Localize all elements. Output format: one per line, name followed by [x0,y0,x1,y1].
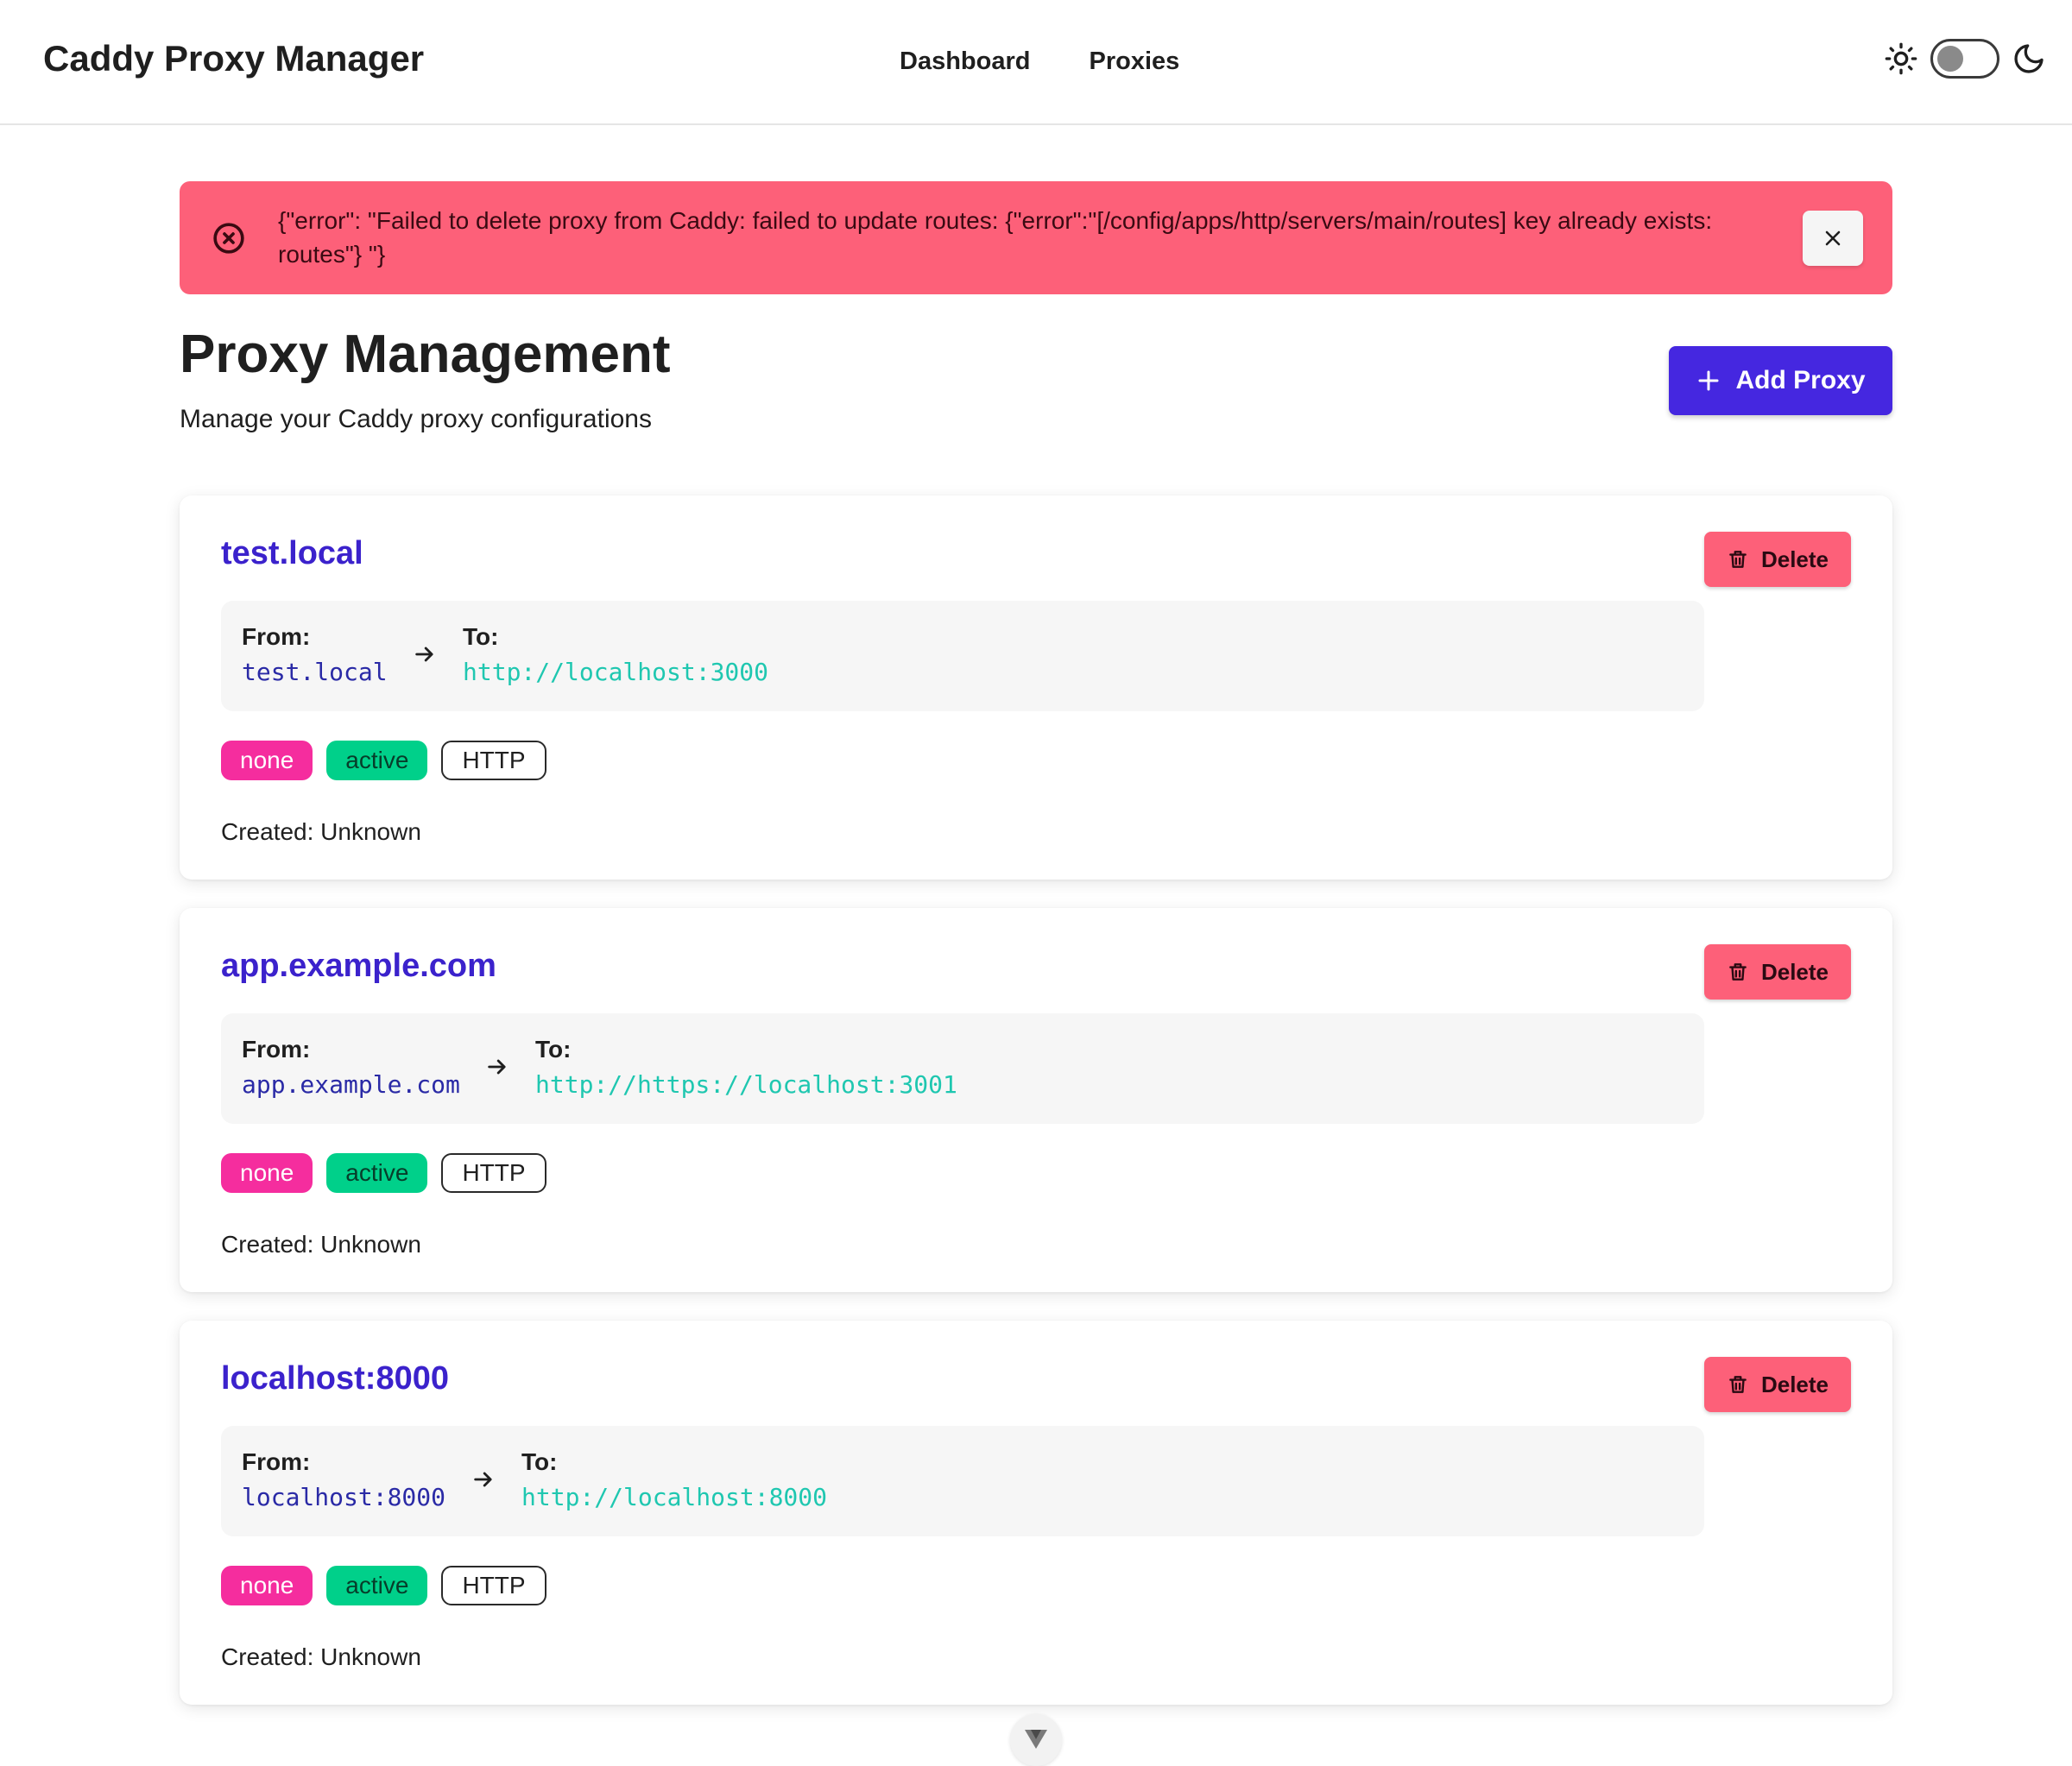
chevron-down-icon [1025,1730,1047,1749]
moon-icon [2012,41,2046,76]
ssl-badge: none [221,1566,313,1605]
protocol-badge: HTTP [441,741,546,780]
delete-label: Delete [1760,546,1829,572]
delete-button[interactable]: Delete [1704,944,1851,1000]
badges: none active HTTP [221,1153,546,1193]
to-label: To: [463,623,499,650]
route-box: From: localhost:8000 To: http://localhos… [221,1426,1704,1536]
created-text: Created: Unknown [221,818,421,845]
to-value[interactable]: http://localhost:3000 [463,658,768,686]
to-value[interactable]: http://https://localhost:3001 [535,1070,957,1099]
route-from: From: localhost:8000 [242,1448,445,1511]
status-badge: active [326,1566,428,1605]
trash-icon [1727,961,1749,983]
ssl-badge: none [221,741,313,780]
route-to: To: http://https://localhost:3001 [535,1036,957,1099]
proxy-card: app.example.com Delete From: app.example… [180,908,1892,1292]
delete-label: Delete [1760,958,1829,985]
route-from: From: test.local [242,623,388,686]
route-box: From: test.local To: http://localhost:30… [221,601,1704,711]
page-title: Proxy Management [180,325,671,384]
proxy-card: localhost:8000 Delete From: localhost:80… [180,1321,1892,1705]
delete-label: Delete [1760,1371,1829,1397]
from-value: test.local [242,658,388,686]
error-message: {"error": "Failed to delete proxy from C… [278,207,1713,268]
protocol-badge: HTTP [441,1566,546,1605]
from-value: app.example.com [242,1070,460,1099]
to-value[interactable]: http://localhost:8000 [521,1483,827,1511]
add-proxy-label: Add Proxy [1735,366,1866,394]
route-to: To: http://localhost:8000 [521,1448,827,1511]
error-icon [212,221,246,260]
route-from: From: app.example.com [242,1036,460,1099]
theme-toggle[interactable] [1930,39,1999,79]
navbar: Caddy Proxy Manager Dashboard Proxies [0,0,2072,125]
proxy-name[interactable]: app.example.com [221,948,496,985]
close-icon [1822,228,1843,249]
to-label: To: [535,1036,572,1063]
proxy-name[interactable]: localhost:8000 [221,1360,449,1397]
from-label: From: [242,1036,311,1063]
proxy-card: test.local Delete From: test.local To: h [180,495,1892,880]
arrow-right-icon [471,1467,496,1492]
devtools-toggle[interactable] [1010,1714,1062,1766]
page-header: Proxy Management Manage your Caddy proxy… [180,294,1892,493]
from-label: From: [242,623,311,650]
ssl-badge: none [221,1153,313,1193]
status-badge: active [326,741,428,780]
from-value: localhost:8000 [242,1483,446,1511]
protocol-badge: HTTP [441,1153,546,1193]
nav-links: Dashboard Proxies [900,47,1179,76]
nav-dashboard[interactable]: Dashboard [900,47,1030,76]
status-badge: active [326,1153,428,1193]
close-alert-button[interactable] [1803,211,1863,266]
route-box: From: app.example.com To: http://https:/… [221,1013,1704,1124]
to-label: To: [521,1448,558,1475]
route-to: To: http://localhost:3000 [463,623,768,686]
main-content: {"error": "Failed to delete proxy from C… [180,181,1892,1705]
error-alert: {"error": "Failed to delete proxy from C… [180,181,1892,294]
trash-icon [1727,548,1749,571]
proxy-name[interactable]: test.local [221,535,363,572]
from-label: From: [242,1448,311,1475]
badges: none active HTTP [221,1566,546,1605]
delete-button[interactable]: Delete [1704,1357,1851,1412]
badges: none active HTTP [221,741,546,780]
trash-icon [1727,1373,1749,1396]
plus-icon [1696,368,1721,394]
nav-proxies[interactable]: Proxies [1089,47,1179,76]
page-subtitle: Manage your Caddy proxy configurations [180,405,652,433]
delete-button[interactable]: Delete [1704,532,1851,587]
toggle-knob [1937,46,1963,72]
created-text: Created: Unknown [221,1231,421,1258]
created-text: Created: Unknown [221,1643,421,1670]
add-proxy-button[interactable]: Add Proxy [1669,346,1892,415]
app-brand[interactable]: Caddy Proxy Manager [43,38,424,79]
theme-controller [1884,39,2046,79]
arrow-right-icon [413,642,437,666]
sun-icon [1884,41,1918,76]
arrow-right-icon [485,1055,509,1079]
